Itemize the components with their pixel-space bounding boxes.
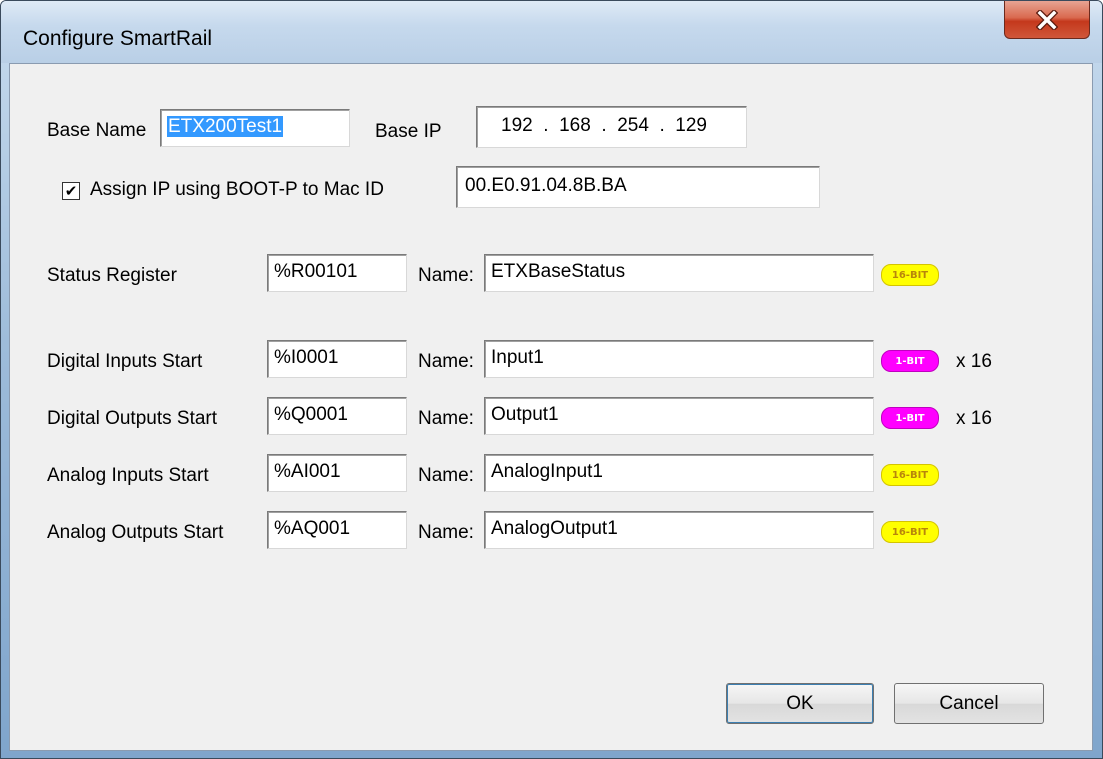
name-label: Name: <box>418 351 474 372</box>
dialog-body: Base Name ETX200Test1 Base IP 192 . 168 … <box>9 63 1093 751</box>
name-label: Name: <box>418 408 474 429</box>
name-label: Name: <box>418 465 474 486</box>
bit-width-badge: 16-BIT <box>881 521 939 543</box>
row-label: Analog Inputs Start <box>47 465 209 486</box>
row-label: Analog Outputs Start <box>47 522 224 543</box>
bit-width-badge: 16-BIT <box>881 464 939 486</box>
row-label: Status Register <box>47 265 177 286</box>
row-label: Digital Outputs Start <box>47 408 218 429</box>
multiplier-label: x 16 <box>956 408 992 429</box>
configure-smartrail-window: Configure SmartRail Base Name ETX200Test… <box>0 0 1103 759</box>
ok-button[interactable]: OK <box>726 683 874 724</box>
sixteen-bit-icon: 16-BIT <box>881 519 939 545</box>
sixteen-bit-icon: 16-BIT <box>881 462 939 488</box>
bit-width-badge: 1-BIT <box>881 350 939 372</box>
title-bar[interactable]: Configure SmartRail <box>1 1 1102 63</box>
base-name-input[interactable]: ETX200Test1 <box>160 109 350 147</box>
base-ip-label: Base IP <box>375 121 442 142</box>
bootp-label: Assign IP using BOOT-P to Mac ID <box>90 179 384 200</box>
address-input[interactable]: %I0001 <box>267 340 407 378</box>
one-bit-icon: 1-BIT <box>881 405 939 431</box>
bit-width-badge: 1-BIT <box>881 407 939 429</box>
one-bit-icon: 1-BIT <box>881 348 939 374</box>
name-label: Name: <box>418 265 474 286</box>
multiplier-label: x 16 <box>956 351 992 372</box>
address-input[interactable]: %AI001 <box>267 454 407 492</box>
name-input[interactable]: AnalogOutput1 <box>484 511 874 549</box>
close-button[interactable] <box>1004 1 1090 39</box>
address-input[interactable]: %Q0001 <box>267 397 407 435</box>
name-input[interactable]: ETXBaseStatus <box>484 254 874 292</box>
bootp-checkbox[interactable]: ✔ <box>62 182 80 200</box>
cancel-button[interactable]: Cancel <box>894 683 1044 724</box>
checkmark-icon: ✔ <box>64 181 78 200</box>
row-label: Digital Inputs Start <box>47 351 203 372</box>
window-title: Configure SmartRail <box>23 27 213 50</box>
name-input[interactable]: AnalogInput1 <box>484 454 874 492</box>
base-name-value: ETX200Test1 <box>167 116 284 137</box>
address-input[interactable]: %R00101 <box>267 254 407 292</box>
close-icon <box>1036 9 1058 30</box>
address-input[interactable]: %AQ001 <box>267 511 407 549</box>
name-label: Name: <box>418 522 474 543</box>
base-ip-input[interactable]: 192 . 168 . 254 . 129 <box>476 106 747 148</box>
name-input[interactable]: Output1 <box>484 397 874 435</box>
mac-id-input[interactable]: 00.E0.91.04.8B.BA <box>456 166 820 208</box>
name-input[interactable]: Input1 <box>484 340 874 378</box>
sixteen-bit-icon: 16-BIT <box>881 262 939 288</box>
bit-width-badge: 16-BIT <box>881 264 939 286</box>
base-name-label: Base Name <box>47 120 147 141</box>
